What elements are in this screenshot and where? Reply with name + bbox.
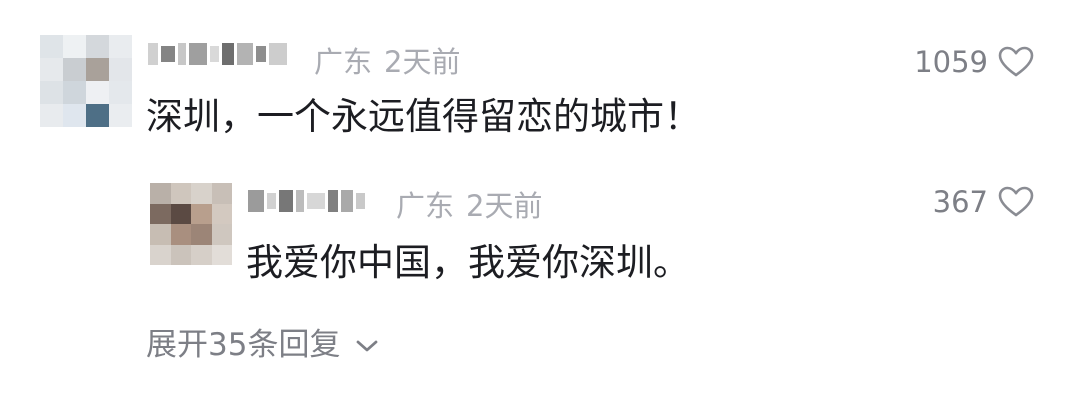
name-mosaic-block bbox=[178, 43, 186, 65]
name-mosaic-block bbox=[307, 193, 325, 209]
reply-text[interactable]: 我爱你中国，我爱你深圳。 bbox=[246, 244, 690, 281]
avatar-mosaic-cell bbox=[109, 104, 132, 127]
avatar-mosaic-cell bbox=[63, 104, 86, 127]
avatar-mosaic-cell bbox=[150, 203, 171, 224]
avatar-mosaic-cell bbox=[191, 244, 212, 265]
reply-location: 广东 bbox=[396, 189, 455, 223]
name-mosaic-block bbox=[248, 190, 264, 212]
reply-like-button[interactable]: 367 bbox=[933, 186, 1034, 218]
avatar-mosaic-cell bbox=[86, 35, 109, 58]
expand-replies-button[interactable]: 展开35条回复 bbox=[146, 330, 380, 361]
avatar-mosaic-cell bbox=[150, 244, 171, 265]
chevron-down-icon bbox=[357, 340, 378, 351]
avatar-mosaic-cell bbox=[211, 224, 232, 245]
avatar-mosaic-cell bbox=[170, 244, 191, 265]
heart-outline-icon[interactable] bbox=[998, 186, 1034, 218]
name-mosaic-block bbox=[256, 46, 266, 62]
comment-location: 广东 bbox=[314, 45, 373, 79]
name-mosaic-block bbox=[148, 43, 158, 65]
avatar-mosaic-cell bbox=[191, 203, 212, 224]
avatar-mosaic-cell bbox=[191, 183, 212, 204]
avatar-mosaic-cell bbox=[63, 81, 86, 104]
comment-like-button[interactable]: 1059 bbox=[914, 46, 1034, 78]
avatar-mosaic-cell bbox=[150, 224, 171, 245]
avatar-mosaic-cell bbox=[211, 203, 232, 224]
avatar-mosaic-cell bbox=[211, 244, 232, 265]
name-mosaic-block bbox=[222, 43, 234, 65]
name-mosaic-block bbox=[210, 46, 219, 62]
comment-meta: 广东 2天前 bbox=[314, 48, 460, 77]
avatar-mosaic-cell bbox=[170, 183, 191, 204]
name-mosaic-block bbox=[279, 190, 293, 212]
name-mosaic-block bbox=[269, 43, 287, 65]
name-mosaic-block bbox=[161, 46, 175, 62]
commenter-avatar[interactable] bbox=[40, 35, 132, 127]
avatar-mosaic-cell bbox=[63, 35, 86, 58]
avatar-mosaic-cell bbox=[40, 58, 63, 81]
avatar-mosaic-cell bbox=[86, 81, 109, 104]
avatar-mosaic-cell bbox=[86, 58, 109, 81]
name-mosaic-block bbox=[189, 43, 207, 65]
reply-avatar[interactable] bbox=[150, 183, 232, 265]
avatar-mosaic-cell bbox=[40, 81, 63, 104]
name-mosaic-block bbox=[341, 190, 353, 212]
avatar-mosaic-cell bbox=[86, 104, 109, 127]
reply-time: 2天前 bbox=[466, 189, 543, 223]
name-mosaic-block bbox=[296, 190, 304, 212]
avatar-mosaic-cell bbox=[109, 35, 132, 58]
avatar-mosaic-cell bbox=[109, 58, 132, 81]
reply-meta: 广东 2天前 bbox=[396, 192, 542, 221]
avatar-mosaic-cell bbox=[40, 104, 63, 127]
avatar-mosaic-cell bbox=[170, 224, 191, 245]
comment-like-count: 1059 bbox=[914, 44, 988, 79]
expand-replies-label: 展开35条回复 bbox=[146, 327, 341, 363]
name-mosaic-block bbox=[267, 193, 276, 209]
heart-outline-icon[interactable] bbox=[998, 46, 1034, 78]
avatar-mosaic-cell bbox=[170, 203, 191, 224]
commenter-name-pixelated[interactable] bbox=[148, 43, 287, 65]
avatar-mosaic-cell bbox=[40, 35, 63, 58]
reply-like-count: 367 bbox=[932, 184, 988, 219]
avatar-mosaic-cell bbox=[191, 224, 212, 245]
name-mosaic-block bbox=[237, 43, 253, 65]
name-mosaic-block bbox=[328, 190, 338, 212]
comment-text[interactable]: 深圳，一个永远值得留恋的城市！ bbox=[146, 98, 701, 135]
name-mosaic-block bbox=[356, 193, 365, 209]
avatar-mosaic-cell bbox=[109, 81, 132, 104]
avatar-mosaic-cell bbox=[211, 183, 232, 204]
avatar-mosaic-cell bbox=[150, 183, 171, 204]
reply-name-pixelated[interactable] bbox=[248, 190, 365, 212]
comment-time: 2天前 bbox=[384, 45, 461, 79]
avatar-mosaic-cell bbox=[63, 58, 86, 81]
